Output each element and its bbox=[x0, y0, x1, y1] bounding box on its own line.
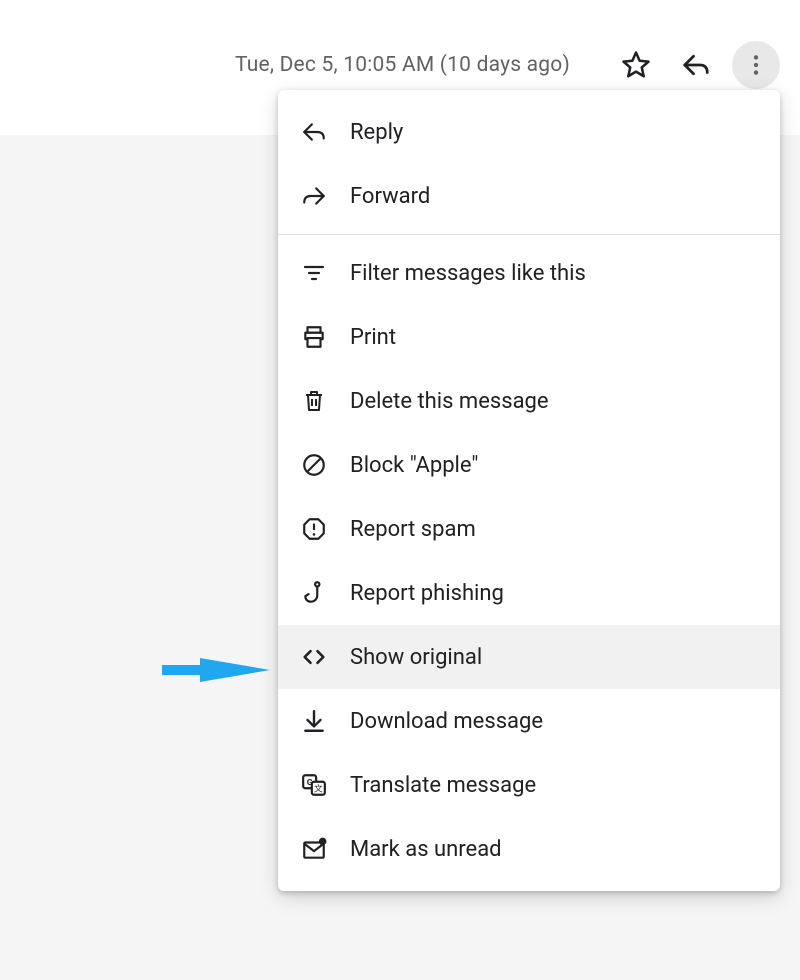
menu-item-forward[interactable]: Forward bbox=[278, 164, 780, 228]
filter-icon bbox=[300, 259, 328, 287]
menu-item-translate[interactable]: G 文 Translate message bbox=[278, 753, 780, 817]
menu-item-report-spam[interactable]: Report spam bbox=[278, 497, 780, 561]
translate-icon: G 文 bbox=[300, 771, 328, 799]
menu-label: Report spam bbox=[350, 517, 476, 542]
menu-item-block[interactable]: Block "Apple" bbox=[278, 433, 780, 497]
menu-label: Show original bbox=[350, 645, 482, 670]
reply-icon bbox=[300, 118, 328, 146]
menu-label: Reply bbox=[350, 120, 403, 145]
menu-label: Filter messages like this bbox=[350, 261, 586, 286]
trash-icon bbox=[300, 387, 328, 415]
block-icon bbox=[300, 451, 328, 479]
report-spam-icon bbox=[300, 515, 328, 543]
more-options-button[interactable] bbox=[732, 41, 780, 89]
menu-label: Delete this message bbox=[350, 389, 549, 414]
menu-divider bbox=[278, 234, 780, 235]
code-icon bbox=[300, 643, 328, 671]
message-more-menu: Reply Forward Filter messages like this … bbox=[278, 90, 780, 891]
phishing-hook-icon bbox=[300, 579, 328, 607]
star-button[interactable] bbox=[612, 41, 660, 89]
menu-label: Mark as unread bbox=[350, 837, 502, 862]
menu-item-download[interactable]: Download message bbox=[278, 689, 780, 753]
print-icon bbox=[300, 323, 328, 351]
annotation-arrow bbox=[160, 648, 270, 692]
reply-button[interactable] bbox=[672, 41, 720, 89]
star-icon bbox=[621, 50, 651, 80]
svg-text:文: 文 bbox=[314, 783, 323, 795]
menu-label: Forward bbox=[350, 184, 430, 209]
menu-label: Download message bbox=[350, 709, 543, 734]
mark-unread-icon bbox=[300, 835, 328, 863]
menu-label: Translate message bbox=[350, 773, 536, 798]
menu-label: Print bbox=[350, 325, 396, 350]
menu-item-filter[interactable]: Filter messages like this bbox=[278, 241, 780, 305]
message-timestamp: Tue, Dec 5, 10:05 AM (10 days ago) bbox=[235, 53, 570, 77]
download-icon bbox=[300, 707, 328, 735]
forward-icon bbox=[300, 182, 328, 210]
menu-item-reply[interactable]: Reply bbox=[278, 100, 780, 164]
menu-item-show-original[interactable]: Show original bbox=[278, 625, 780, 689]
menu-label: Report phishing bbox=[350, 581, 504, 606]
more-vertical-icon bbox=[743, 52, 769, 78]
menu-item-print[interactable]: Print bbox=[278, 305, 780, 369]
menu-item-report-phishing[interactable]: Report phishing bbox=[278, 561, 780, 625]
menu-label: Block "Apple" bbox=[350, 453, 478, 478]
menu-item-delete[interactable]: Delete this message bbox=[278, 369, 780, 433]
reply-arrow-icon bbox=[681, 50, 711, 80]
menu-item-mark-unread[interactable]: Mark as unread bbox=[278, 817, 780, 881]
